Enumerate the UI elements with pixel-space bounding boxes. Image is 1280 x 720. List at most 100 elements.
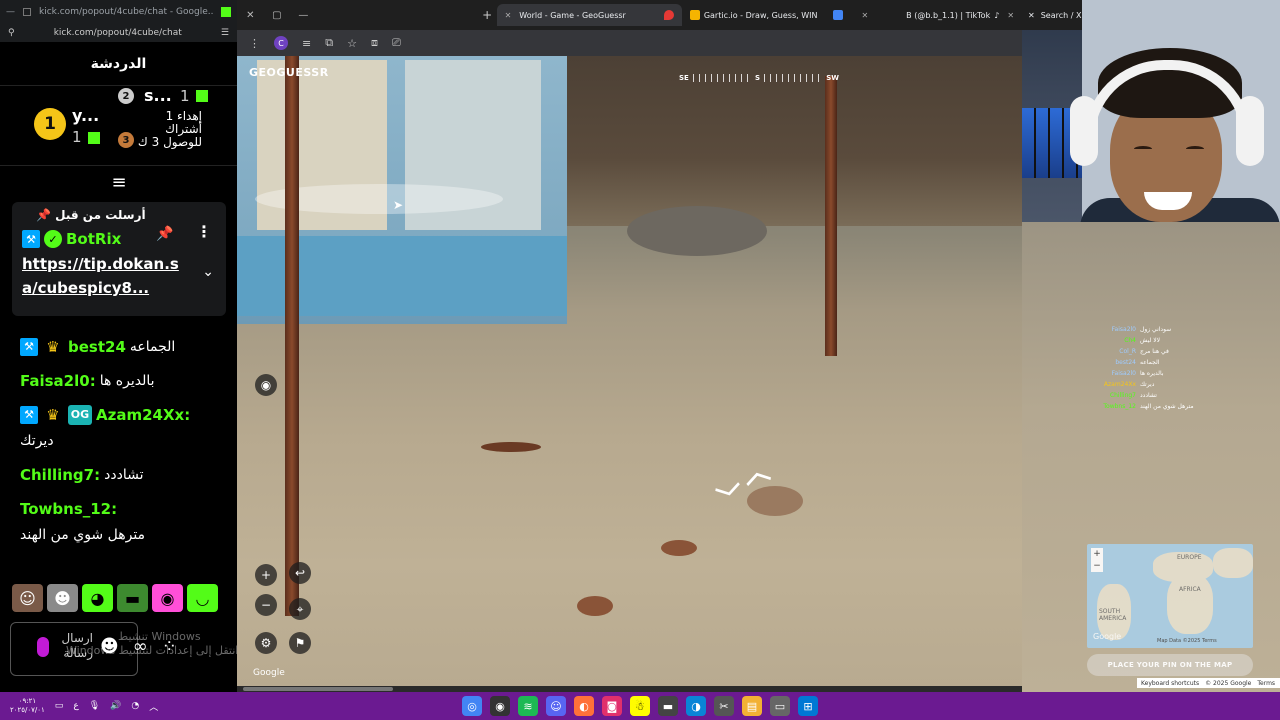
- tune-icon[interactable]: ☰: [221, 28, 229, 38]
- gift-icon: [88, 132, 100, 144]
- map-zoom-in-button[interactable]: +: [1091, 548, 1103, 560]
- minimize-window-icon[interactable]: —: [290, 10, 317, 21]
- emote-ghost-icon[interactable]: ◕: [82, 584, 113, 612]
- more-options-icon[interactable]: ⋮: [196, 222, 212, 241]
- overlay-line: Ch4 لالا ليش: [1124, 337, 1161, 344]
- close-tab-icon[interactable]: ✕: [861, 11, 868, 20]
- map-label-south-america: SOUTH AMERICA: [1099, 608, 1127, 622]
- location-pin-icon[interactable]: ◉: [255, 374, 277, 396]
- tab-google[interactable]: ✕: [825, 4, 876, 26]
- share-icon[interactable]: ⧉: [325, 36, 333, 50]
- network-icon[interactable]: ◔: [131, 701, 139, 711]
- right-pole: [825, 76, 837, 356]
- pinned-header: 📌 أرسلت من قبل: [22, 208, 216, 222]
- bookmark-star-icon[interactable]: ☆: [347, 37, 357, 50]
- pinned-link[interactable]: https://tip.dokan.sa/cubespicy8...: [22, 252, 192, 300]
- guess-minimap[interactable]: EUROPE AFRICA SOUTH AMERICA + − Google M…: [1087, 544, 1253, 648]
- extensions-icon[interactable]: ⧈: [371, 36, 378, 50]
- map-zoom-out-button[interactable]: −: [1091, 560, 1103, 572]
- extension-c-icon[interactable]: C: [274, 36, 288, 50]
- tab-tiktok[interactable]: B (@b.b_1.1) | TikTok ♪ ✕: [876, 4, 1022, 26]
- boulder: [627, 206, 767, 256]
- language-indicator[interactable]: ع: [73, 701, 78, 711]
- restore-window-icon[interactable]: ▢: [264, 10, 291, 21]
- file-explorer-icon[interactable]: ▤: [742, 696, 762, 716]
- snapchat-icon[interactable]: ☃: [630, 696, 650, 716]
- chat-username[interactable]: Faisa2l0:: [20, 370, 96, 392]
- rank-1-name[interactable]: y...: [72, 106, 99, 125]
- tab-geoguessr[interactable]: ✕ World - Game - GeoGuessr: [496, 4, 682, 26]
- emote-grin-icon[interactable]: ▬: [117, 584, 148, 612]
- cast-icon[interactable]: ⎚: [392, 36, 401, 50]
- obs-icon[interactable]: ◉: [490, 696, 510, 716]
- chat-message: ⚒ ♛ OG Azam24Xx: ديرتك: [0, 398, 237, 458]
- tab-strip: ✕ ▢ — + ✕ World - Game - GeoGuessr Garti…: [237, 0, 1022, 30]
- new-tab-icon[interactable]: +: [478, 8, 497, 22]
- map-google-logo: Google: [1093, 632, 1122, 641]
- chrome-icon[interactable]: ◎: [462, 696, 482, 716]
- windows-taskbar: ٠٩:٢١ ٢٠٢٥/٠٧/٠١ ▭ ع 🎙 🔊 ◔ ︿ ◎ ◉ ≋ ☺ ◐ ◙…: [0, 692, 1280, 720]
- map-terms-link[interactable]: Terms: [1257, 680, 1275, 687]
- minimize-icon[interactable]: —: [6, 7, 15, 17]
- edge-icon[interactable]: ◑: [686, 696, 706, 716]
- spotify-icon[interactable]: ≋: [518, 696, 538, 716]
- zoom-out-button[interactable]: −: [255, 594, 277, 616]
- app-icon[interactable]: ▬: [658, 696, 678, 716]
- chat-username[interactable]: Towbns_12:: [20, 498, 117, 520]
- keyboard-shortcuts-link[interactable]: Keyboard shortcuts: [1141, 680, 1199, 687]
- chevron-down-icon[interactable]: ⌄: [202, 264, 214, 280]
- emote-smile-icon[interactable]: ◡: [187, 584, 218, 612]
- unpin-icon[interactable]: 📌: [156, 226, 173, 242]
- pinned-user[interactable]: ⚒ ✓ BotRix: [22, 230, 216, 248]
- rank-2-name[interactable]: s...: [144, 86, 172, 105]
- chat-url-bar[interactable]: ⚲ kick.com/popout/4cube/chat ☰: [0, 24, 237, 42]
- site-info-icon[interactable]: ⚲: [8, 28, 15, 38]
- mouse-cursor-icon: ➤: [393, 198, 404, 212]
- tab-label: World - Game - GeoGuessr: [519, 10, 626, 20]
- expand-leaderboard-icon[interactable]: ≡: [108, 172, 130, 193]
- overlay-line: Faisa2l0 سوداني زول: [1111, 326, 1172, 333]
- microphone-icon[interactable]: [37, 637, 49, 657]
- pinned-username[interactable]: BotRix: [66, 230, 121, 248]
- left-pole: [285, 56, 299, 616]
- flag-icon[interactable]: ⚑: [289, 632, 311, 654]
- monitor-icon[interactable]: ▭: [770, 696, 790, 716]
- firefox-icon[interactable]: ◐: [574, 696, 594, 716]
- return-to-start-icon[interactable]: ⌖: [289, 598, 311, 620]
- tray-clock[interactable]: ٠٩:٢١ ٢٠٢٥/٠٧/٠١: [10, 697, 45, 715]
- notification-icon[interactable]: ▭: [55, 701, 64, 711]
- place-pin-button[interactable]: PLACE YOUR PIN ON THE MAP: [1087, 654, 1253, 676]
- chat-username[interactable]: Azam24Xx:: [96, 404, 190, 426]
- tab-gartic[interactable]: Gartic.io - Draw, Guess, WIN: [682, 4, 826, 26]
- chat-titlebar: — kick.com/popout/4cube/chat - Google...: [0, 0, 237, 24]
- reading-list-icon[interactable]: ≡: [302, 37, 311, 50]
- navigate-back-arrow-icon[interactable]: ﹀: [713, 475, 748, 517]
- discord-icon[interactable]: ☺: [546, 696, 566, 716]
- close-tab-icon[interactable]: ✕: [505, 11, 512, 20]
- close-tab-icon[interactable]: ✕: [1007, 11, 1014, 20]
- capcut-icon[interactable]: ✂: [714, 696, 734, 716]
- map-zoom-controls[interactable]: + −: [1091, 548, 1103, 572]
- moderator-badge-icon: ⚒: [22, 230, 40, 248]
- zoom-in-button[interactable]: +: [255, 564, 277, 586]
- show-hidden-icons[interactable]: ︿: [149, 700, 158, 713]
- maximize-icon[interactable]: [23, 8, 31, 16]
- microphone-tray-icon[interactable]: 🎙: [89, 701, 100, 711]
- webcam-eye: [1186, 146, 1204, 152]
- navigate-forward-arrow-icon[interactable]: ︿: [739, 449, 774, 491]
- start-windows-icon[interactable]: ⊞: [798, 696, 818, 716]
- chat-username[interactable]: Chilling7:: [20, 464, 100, 486]
- menu-dots-icon[interactable]: ⋮: [249, 37, 260, 50]
- street-view-panorama[interactable]: GEOGUESSR SE S SW ➤ ︿ ﹀ ◉ + ↩ − ⌖ ⚙ ⚑ Go…: [237, 56, 1022, 692]
- chat-username[interactable]: best24: [68, 336, 126, 358]
- close-window-icon[interactable]: ✕: [237, 10, 264, 21]
- instagram-icon[interactable]: ◙: [602, 696, 622, 716]
- volume-icon[interactable]: 🔊: [110, 701, 121, 711]
- undo-move-icon[interactable]: ↩: [289, 562, 311, 584]
- emote-face-icon[interactable]: ☺: [12, 584, 43, 612]
- emote-clown-icon[interactable]: ◉: [152, 584, 183, 612]
- scrollbar-thumb[interactable]: [243, 687, 393, 691]
- emote-face-icon[interactable]: ☻: [47, 584, 78, 612]
- settings-gear-icon[interactable]: ⚙: [255, 632, 277, 654]
- map-label-africa: AFRICA: [1179, 586, 1201, 593]
